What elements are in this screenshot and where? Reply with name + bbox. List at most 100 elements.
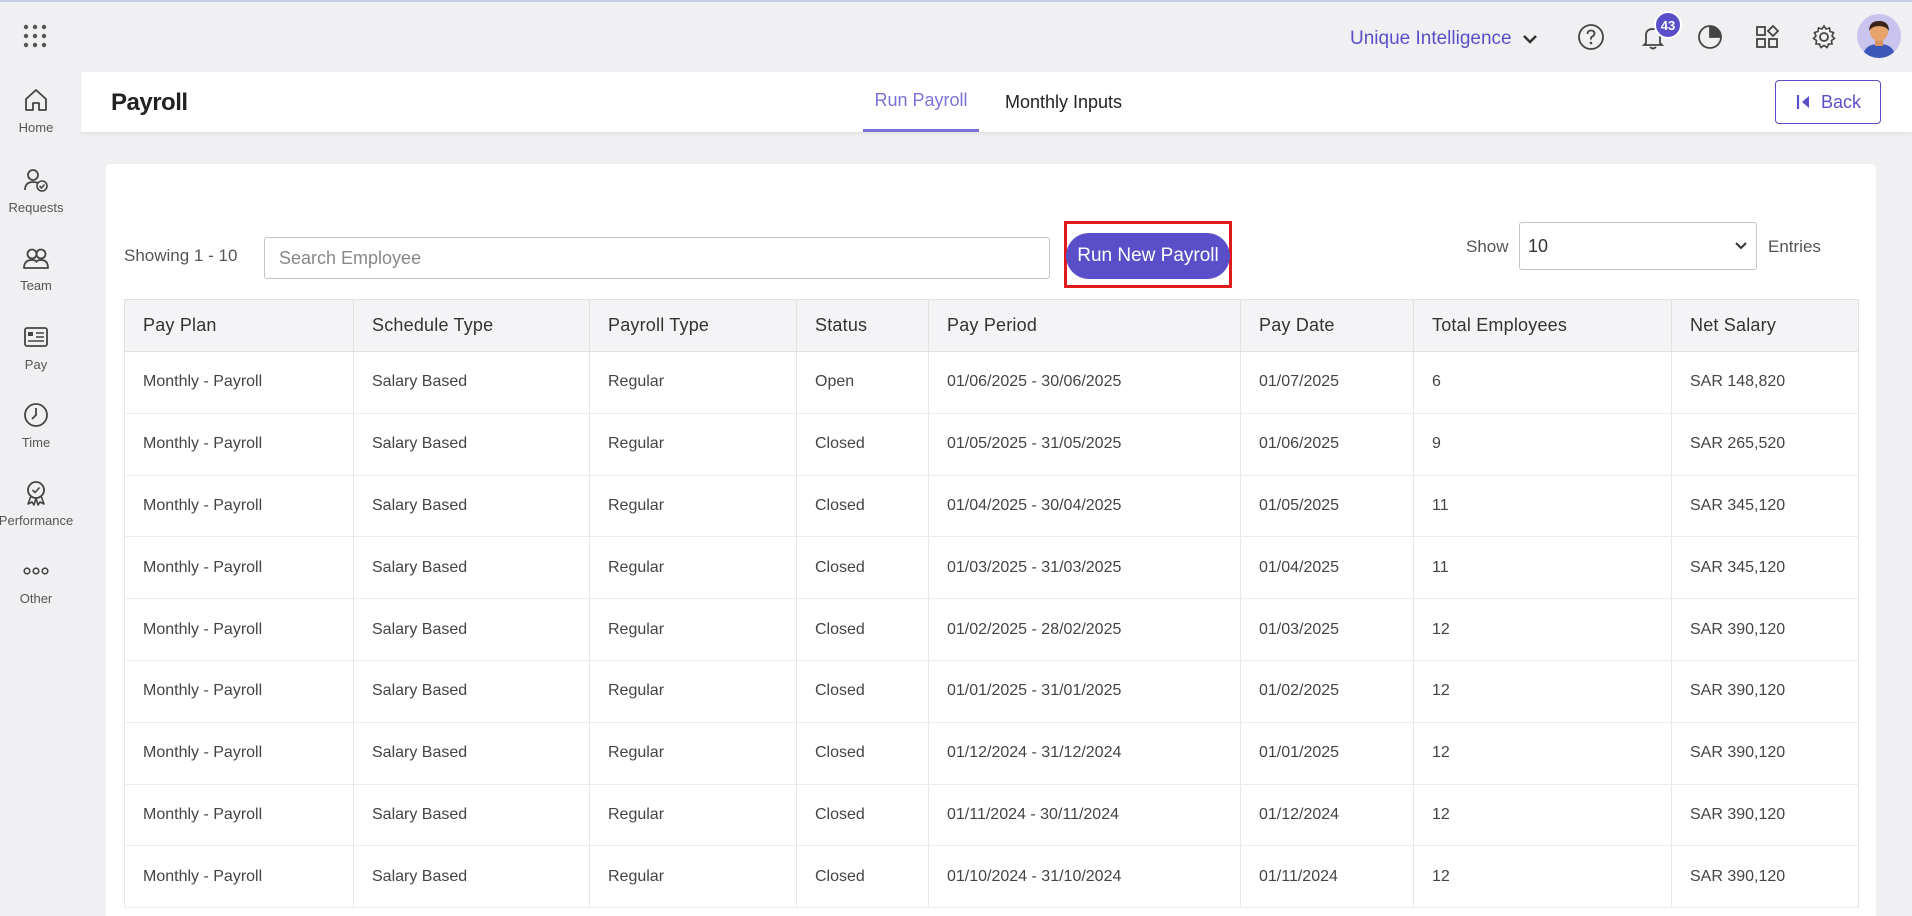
pay-period-cell: 01/10/2024 - 31/10/2024 [928, 845, 1241, 909]
sidebar-item-team[interactable]: Team [0, 244, 72, 314]
sidebar-item-label: Team [20, 278, 52, 293]
schedule-type-cell: Salary Based [353, 536, 590, 600]
column-header-schedule-type[interactable]: Schedule Type [353, 299, 590, 352]
total-employees-cell: 11 [1413, 536, 1672, 600]
column-header-total-employees[interactable]: Total Employees [1413, 299, 1672, 352]
net-salary-cell: SAR 390,120 [1671, 784, 1859, 847]
status-cell: Closed [796, 784, 929, 847]
entries-select[interactable]: 10 [1519, 222, 1757, 270]
pay-date-cell: 01/06/2025 [1240, 413, 1414, 476]
column-header-pay-period[interactable]: Pay Period [928, 299, 1241, 352]
pay-date-cell: 01/04/2025 [1240, 536, 1414, 600]
net-salary-cell: SAR 390,120 [1671, 722, 1859, 785]
net-salary-cell: SAR 148,820 [1671, 351, 1859, 414]
pay-date-cell: 01/02/2025 [1240, 660, 1414, 723]
pay-icon [24, 327, 48, 347]
column-header-pay-plan[interactable]: Pay Plan [124, 299, 354, 352]
page-header: Payroll Run Payroll Monthly Inputs Back [81, 72, 1912, 132]
payroll-type-cell: Regular [589, 784, 797, 847]
sidebar-item-label: Performance [0, 513, 74, 528]
status-cell: Closed [796, 413, 929, 476]
schedule-type-cell: Salary Based [353, 598, 590, 661]
widgets-icon[interactable] [1751, 21, 1783, 53]
payroll-type-cell: Regular [589, 845, 797, 909]
status-cell: Open [796, 351, 929, 414]
net-salary-cell: SAR 390,120 [1671, 598, 1859, 661]
pay-plan-cell: Monthly - Payroll [124, 660, 354, 723]
back-arrow-icon [1796, 95, 1809, 109]
sidebar-item-home[interactable]: Home [0, 86, 72, 156]
table-row[interactable]: Monthly - Payroll Salary Based Regular Clos… [124, 536, 1859, 600]
pay-plan-cell: Monthly - Payroll [124, 536, 354, 600]
payroll-type-cell: Regular [589, 536, 797, 600]
pay-date-cell: 01/12/2024 [1240, 784, 1414, 847]
sidebar-item-label: Pay [24, 357, 48, 372]
sidebar-item-other[interactable]: Other [0, 557, 72, 627]
schedule-type-cell: Salary Based [353, 475, 590, 538]
tab-monthly-inputs[interactable]: Monthly Inputs [991, 72, 1136, 132]
table-row[interactable]: Monthly - Payroll Salary Based Regular Clos… [124, 784, 1859, 847]
pay-date-cell: 01/07/2025 [1240, 351, 1414, 414]
schedule-type-cell: Salary Based [353, 660, 590, 723]
pay-period-cell: 01/02/2025 - 28/02/2025 [928, 598, 1241, 661]
pay-plan-cell: Monthly - Payroll [124, 722, 354, 785]
pay-plan-cell: Monthly - Payroll [124, 475, 354, 538]
back-button-label: Back [1820, 91, 1862, 112]
table-row[interactable]: Monthly - Payroll Salary Based Regular Clos… [124, 475, 1859, 538]
table-header-row: Pay Plan Schedule Type Payroll Type Stat… [124, 299, 1859, 352]
total-employees-cell: 12 [1413, 660, 1672, 723]
pay-date-cell: 01/01/2025 [1240, 722, 1414, 785]
sidebar-item-label: Requests [8, 200, 64, 215]
entries-label: Entries [1768, 237, 1821, 256]
top-bar: Unique Intelligence 43 [0, 2, 1912, 70]
app-launcher-icon[interactable] [23, 24, 47, 48]
help-icon[interactable] [1575, 21, 1607, 53]
pay-plan-cell: Monthly - Payroll [124, 598, 354, 661]
schedule-type-cell: Salary Based [353, 845, 590, 909]
table-row[interactable]: Monthly - Payroll Salary Based Regular Clos… [124, 660, 1859, 723]
chevron-down-icon [1735, 242, 1747, 250]
organization-switcher[interactable]: Unique Intelligence [1350, 28, 1538, 50]
back-button[interactable]: Back [1775, 80, 1881, 124]
entries-select-value: 10 [1528, 235, 1549, 256]
payroll-card: Showing 1 - 10 Run New Payroll Show 10 E… [106, 164, 1876, 916]
pay-period-cell: 01/12/2024 - 31/12/2024 [928, 722, 1241, 785]
pay-plan-cell: Monthly - Payroll [124, 413, 354, 476]
total-employees-cell: 12 [1413, 845, 1672, 909]
sidebar-item-requests[interactable]: Requests [0, 166, 72, 236]
status-cell: Closed [796, 660, 929, 723]
net-salary-cell: SAR 390,120 [1671, 845, 1859, 909]
column-header-pay-date[interactable]: Pay Date [1240, 299, 1414, 352]
payroll-table: Pay Plan Schedule Type Payroll Type Stat… [124, 299, 1859, 909]
showing-range: Showing 1 - 10 [124, 246, 238, 265]
column-header-net-salary[interactable]: Net Salary [1671, 299, 1859, 352]
schedule-type-cell: Salary Based [353, 413, 590, 476]
requests-icon [24, 169, 48, 192]
payroll-type-cell: Regular [589, 413, 797, 476]
net-salary-cell: SAR 390,120 [1671, 660, 1859, 723]
page-title: Payroll [111, 89, 188, 116]
organization-name: Unique Intelligence [1350, 28, 1512, 49]
status-cell: Closed [796, 722, 929, 785]
sidebar-item-performance[interactable]: Performance [0, 479, 74, 549]
table-row[interactable]: Monthly - Payroll Salary Based Regular Clos… [124, 413, 1859, 476]
table-row[interactable]: Monthly - Payroll Salary Based Regular Clos… [124, 598, 1859, 661]
avatar[interactable] [1857, 14, 1901, 58]
gear-icon[interactable] [1808, 21, 1840, 53]
table-row[interactable]: Monthly - Payroll Salary Based Regular Clos… [124, 722, 1859, 785]
notification-badge: 43 [1654, 11, 1682, 39]
tab-run-payroll[interactable]: Run Payroll [863, 72, 979, 132]
search-input[interactable] [264, 237, 1050, 279]
sidebar-item-time[interactable]: Time [0, 401, 72, 471]
payroll-type-cell: Regular [589, 722, 797, 785]
column-header-payroll-type[interactable]: Payroll Type [589, 299, 797, 352]
status-cell: Closed [796, 845, 929, 909]
run-new-payroll-button[interactable]: Run New Payroll [1066, 233, 1230, 279]
column-header-status[interactable]: Status [796, 299, 929, 352]
sidebar-item-pay[interactable]: Pay [0, 323, 72, 393]
total-employees-cell: 12 [1413, 598, 1672, 661]
table-row[interactable]: Monthly - Payroll Salary Based Regular Clos… [124, 845, 1859, 909]
pie-chart-icon[interactable] [1694, 21, 1726, 53]
home-icon [25, 89, 47, 111]
table-row[interactable]: Monthly - Payroll Salary Based Regular Open… [124, 351, 1859, 414]
